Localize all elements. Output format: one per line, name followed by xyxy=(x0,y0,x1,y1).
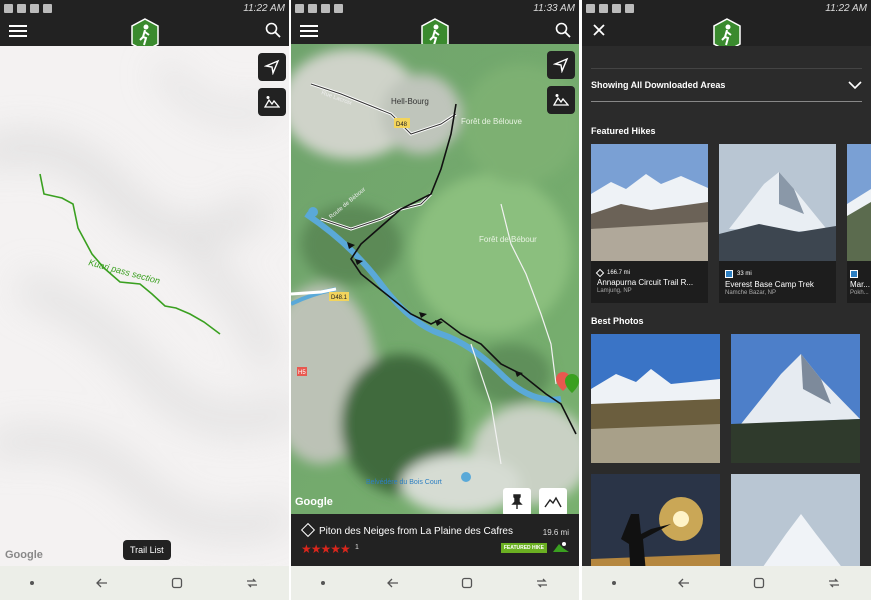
hamburger-icon[interactable] xyxy=(300,25,318,38)
hike-photo xyxy=(591,144,708,261)
card-name: Mar... xyxy=(850,280,871,289)
locate-button[interactable] xyxy=(547,51,575,79)
card-location: Lamjung, NP xyxy=(597,288,632,294)
card-name: Annapurna Circuit Trail R... xyxy=(597,278,694,287)
best-photo[interactable] xyxy=(591,334,720,463)
screen-trail-map: 11:22 AM Kuari pass section Google Trail… xyxy=(0,0,289,600)
back-icon[interactable] xyxy=(95,576,109,590)
hike-card[interactable]: 33 mi Everest Base Camp Trek Namche Baza… xyxy=(719,144,836,303)
card-name: Everest Base Camp Trek xyxy=(725,280,814,289)
search-icon[interactable] xyxy=(555,22,571,38)
terrain-icon xyxy=(264,96,280,108)
home-icon[interactable] xyxy=(170,576,184,590)
card-distance: 33 mi xyxy=(737,271,752,277)
recents-icon[interactable] xyxy=(827,576,841,590)
status-bar: 11:33 AM xyxy=(291,0,579,16)
hamburger-icon[interactable] xyxy=(9,25,27,38)
label-belvedere: Belvédère du Bois Court xyxy=(366,479,442,486)
card-distance: 166.7 mi xyxy=(607,270,631,276)
google-attribution: Google xyxy=(295,496,333,508)
card-location: Namche Bazar, NP xyxy=(725,290,777,296)
google-attribution: Google xyxy=(5,549,43,561)
system-nav-bar xyxy=(582,566,871,600)
status-time: 11:22 AM xyxy=(243,2,285,14)
nav-dot xyxy=(321,581,326,585)
road-d48: D48 xyxy=(396,122,408,128)
back-icon[interactable] xyxy=(386,576,400,590)
hike-stars: ★★★★★ xyxy=(301,542,351,556)
locate-button[interactable] xyxy=(258,53,286,81)
system-nav-bar xyxy=(0,566,289,600)
label-foret-belouve: Forêt de Bélouve xyxy=(461,117,522,126)
hike-info-bar[interactable]: Piton des Neiges from La Plaine des Cafr… xyxy=(291,514,579,566)
status-bar: 11:22 AM xyxy=(582,0,871,16)
recents-icon[interactable] xyxy=(245,576,259,590)
elevation-button[interactable] xyxy=(539,488,567,516)
notification-icons xyxy=(4,3,52,13)
hike-distance: 19.6 mi xyxy=(542,528,569,537)
hiker-icon xyxy=(553,542,569,552)
trail-list-button[interactable]: Trail List xyxy=(123,540,171,560)
terrain-button[interactable] xyxy=(258,88,286,116)
hike-difficulty-icon xyxy=(300,522,316,538)
app-bar xyxy=(291,16,579,52)
screen-topo-map: 11:33 AM D48 D48.1 H5 Hell-Bourg Forêt d… xyxy=(291,0,579,600)
system-nav-bar xyxy=(291,566,579,600)
notification-icons xyxy=(586,3,634,13)
label-foret-bebour: Forêt de Bébour xyxy=(479,235,537,244)
terrain-button[interactable] xyxy=(547,86,575,114)
app-bar xyxy=(582,16,871,52)
road-h5: H5 xyxy=(298,370,306,376)
chevron-down-icon xyxy=(848,81,862,90)
topo-map[interactable]: D48 D48.1 H5 Hell-Bourg Forêt de Bélouve… xyxy=(291,44,579,514)
best-photo[interactable] xyxy=(731,334,860,463)
nav-dot xyxy=(612,581,617,585)
label-hell-bourg: Hell-Bourg xyxy=(391,97,429,106)
app-bar xyxy=(0,16,289,52)
status-time: 11:22 AM xyxy=(825,2,867,14)
featured-content: Showing All Downloaded Areas Featured Hi… xyxy=(582,46,871,600)
difficulty-square-icon xyxy=(725,270,733,278)
terrain-icon xyxy=(553,94,569,106)
close-icon[interactable] xyxy=(591,22,607,38)
hike-photo xyxy=(719,144,836,261)
hike-card[interactable]: Mar... Pokh... xyxy=(847,144,871,303)
difficulty-diamond-icon xyxy=(595,268,605,278)
notification-icons xyxy=(295,3,343,13)
recents-icon[interactable] xyxy=(535,576,549,590)
hike-photo xyxy=(847,144,871,261)
home-icon[interactable] xyxy=(752,576,766,590)
road-d48-1: D48.1 xyxy=(331,295,348,301)
areas-label: Showing All Downloaded Areas xyxy=(591,80,726,90)
featured-badge: FEATURED HIKE xyxy=(500,543,547,553)
pin-button[interactable] xyxy=(503,488,531,516)
card-location: Pokh... xyxy=(850,290,869,296)
navigation-arrow-icon xyxy=(553,57,569,73)
status-time: 11:33 AM xyxy=(533,2,575,14)
downloaded-areas-dropdown[interactable]: Showing All Downloaded Areas xyxy=(591,68,862,102)
difficulty-square-icon xyxy=(850,270,858,278)
mountain-icon xyxy=(544,496,562,508)
trail-map[interactable]: Kuari pass section xyxy=(0,46,289,566)
pin-icon xyxy=(511,494,523,509)
screen-featured: 11:22 AM Showing All Downloaded Areas Fe… xyxy=(582,0,871,600)
hike-card[interactable]: 166.7 mi Annapurna Circuit Trail R... La… xyxy=(591,144,708,303)
nav-dot xyxy=(30,581,35,585)
hike-title: Piton des Neiges from La Plaine des Cafr… xyxy=(319,526,513,537)
featured-heading: Featured Hikes xyxy=(591,126,656,136)
status-bar: 11:22 AM xyxy=(0,0,289,16)
photos-heading: Best Photos xyxy=(591,316,644,326)
hike-rating-count: 1 xyxy=(355,544,359,551)
navigation-arrow-icon xyxy=(264,59,280,75)
search-icon[interactable] xyxy=(265,22,281,38)
back-icon[interactable] xyxy=(677,576,691,590)
home-icon[interactable] xyxy=(460,576,474,590)
